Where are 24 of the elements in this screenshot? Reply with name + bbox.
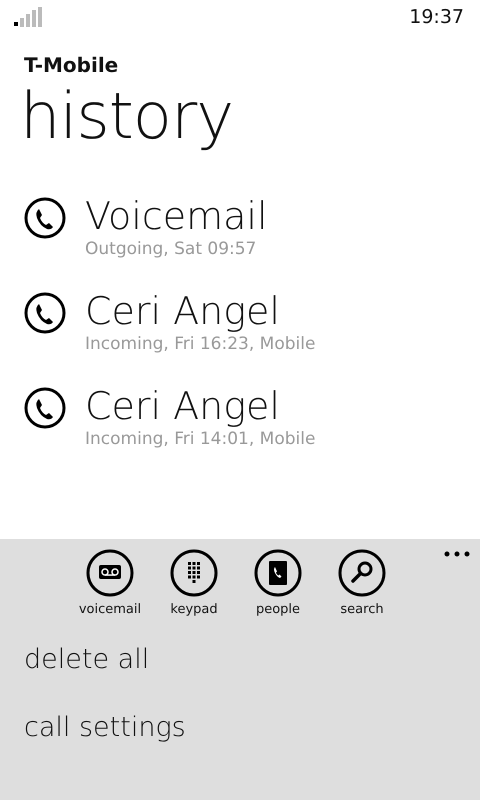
contact-name[interactable]: Voicemail [85,194,268,238]
search-button[interactable]: search [326,549,398,617]
keypad-button[interactable]: keypad [158,549,230,617]
more-icon[interactable] [444,551,470,557]
call-details: Incoming, Fri 16:23, Mobile [85,333,316,355]
voicemail-icon [86,549,134,597]
phone-icon [24,197,66,239]
menu-item[interactable]: delete all [24,641,150,679]
voicemail-button[interactable]: voicemail [74,549,146,617]
contact-name[interactable]: Ceri Angel [85,289,280,333]
contact-name[interactable]: Ceri Angel [85,384,280,428]
signal-icon [14,7,44,27]
people-icon [254,549,302,597]
page-title: history [20,79,234,156]
phone-icon [24,387,66,429]
call-details: Incoming, Fri 14:01, Mobile [85,428,316,450]
keypad-icon [170,549,218,597]
call-details: Outgoing, Sat 09:57 [85,238,256,260]
search-icon [338,549,386,597]
people-button[interactable]: people [242,549,314,617]
clock-time: 19:37 [409,6,464,28]
menu-item[interactable]: call settings [24,709,186,747]
carrier-name: T-Mobile [24,52,118,78]
phone-icon [24,292,66,334]
